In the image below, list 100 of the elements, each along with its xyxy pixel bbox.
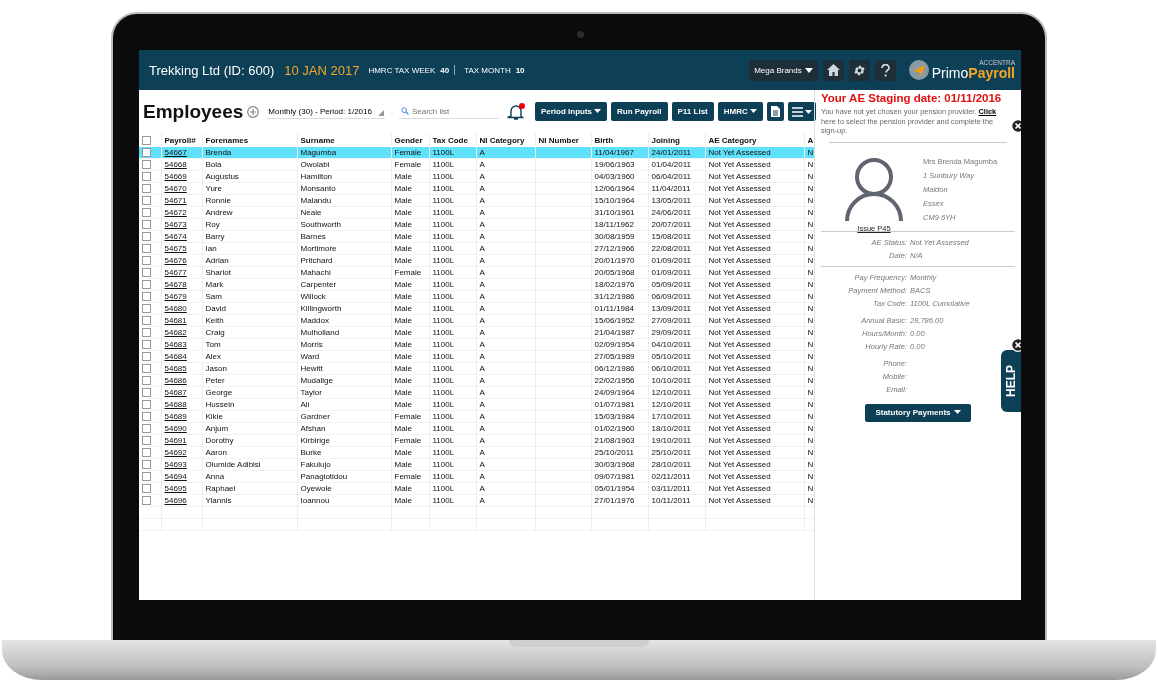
payroll-link[interactable]: 54679 bbox=[164, 292, 187, 301]
table-row[interactable]: 54676 Adrian Pritchard Male 1100L A 20/01/1970 01/09/2011 Not Yet Assessed N bbox=[139, 254, 814, 267]
row-checkbox[interactable] bbox=[142, 316, 151, 326]
payroll-link[interactable]: 54688 bbox=[164, 400, 187, 409]
row-checkbox[interactable] bbox=[142, 244, 151, 254]
payroll-link[interactable]: 54669 bbox=[164, 172, 187, 181]
row-checkbox[interactable] bbox=[142, 208, 151, 218]
table-row[interactable]: 54672 Andrew Neale Male 1100L A 31/10/1961 24/06/2011 Not Yet Assessed N bbox=[139, 206, 814, 219]
help-tab[interactable]: HELP bbox=[1001, 350, 1021, 412]
table-row[interactable]: 54680 David Killingworth Male 1100L A 01/11/1984 13/09/2011 Not Yet Assessed N bbox=[139, 302, 814, 315]
row-checkbox[interactable] bbox=[142, 148, 151, 158]
payroll-link[interactable]: 54668 bbox=[164, 160, 187, 169]
close-icon[interactable] bbox=[1011, 119, 1021, 133]
row-checkbox[interactable] bbox=[142, 352, 151, 362]
table-row[interactable]: 54690 Anjum Afshan Male 1100L A 01/02/1960 18/10/2011 Not Yet Assessed N bbox=[139, 422, 814, 435]
row-checkbox[interactable] bbox=[142, 340, 151, 350]
table-row[interactable]: 54678 Mark Carpenter Male 1100L A 18/02/1976 05/09/2011 Not Yet Assessed N bbox=[139, 278, 814, 291]
toolbar-button[interactable]: HMRC bbox=[717, 102, 763, 121]
payroll-link[interactable]: 54678 bbox=[164, 280, 187, 289]
payroll-link[interactable]: 54686 bbox=[164, 376, 187, 385]
row-checkbox[interactable] bbox=[142, 280, 151, 290]
row-checkbox[interactable] bbox=[142, 412, 151, 422]
row-checkbox[interactable] bbox=[142, 196, 151, 206]
table-row[interactable]: 54675 Ian Mortimore Male 1100L A 27/12/1966 22/08/2011 Not Yet Assessed N bbox=[139, 242, 814, 255]
row-checkbox[interactable] bbox=[142, 484, 151, 494]
table-row[interactable]: 54691 Dorothy Kirbirige Female 1100L A 21/08/1963 19/10/2011 Not Yet Assessed N bbox=[139, 434, 814, 447]
table-row[interactable]: 54668 Bola Owolabi Female 1100L A 19/06/1963 01/04/2011 Not Yet Assessed N bbox=[139, 158, 814, 171]
table-row[interactable]: 54695 Raphael Oyewole Male 1100L A 05/01/1954 03/11/2011 Not Yet Assessed N bbox=[139, 482, 814, 495]
payroll-link[interactable]: 54672 bbox=[164, 208, 187, 217]
row-checkbox[interactable] bbox=[142, 496, 151, 506]
payroll-link[interactable]: 54680 bbox=[164, 304, 187, 313]
table-row[interactable]: 54688 Hussein Ali Male 1100L A 01/07/1981 12/10/2011 Not Yet Assessed N bbox=[139, 398, 814, 411]
menu-icon[interactable] bbox=[787, 102, 816, 121]
table-row[interactable]: 54674 Barry Barnes Male 1100L A 30/08/1959 15/08/2011 Not Yet Assessed N bbox=[139, 230, 814, 243]
table-row[interactable]: 54682 Craig Mulholland Male 1100L A 21/04/1987 29/09/2011 Not Yet Assessed N bbox=[139, 326, 814, 339]
row-checkbox[interactable] bbox=[142, 472, 151, 482]
toolbar-button[interactable]: Period Inputs bbox=[534, 102, 608, 121]
payroll-link[interactable]: 54687 bbox=[164, 388, 187, 397]
payroll-link[interactable]: 54683 bbox=[164, 340, 187, 349]
row-checkbox[interactable] bbox=[142, 184, 151, 194]
payroll-link[interactable]: 54676 bbox=[164, 256, 187, 265]
payroll-link[interactable]: 54684 bbox=[164, 352, 187, 361]
table-row[interactable]: 54686 Peter Mudalige Male 1100L A 22/02/1956 10/10/2011 Not Yet Assessed N bbox=[139, 374, 814, 387]
row-checkbox[interactable] bbox=[142, 328, 151, 338]
row-checkbox[interactable] bbox=[142, 388, 151, 398]
table-row[interactable]: 54671 Ronnie Malandu Male 1100L A 15/10/1964 13/05/2011 Not Yet Assessed N bbox=[139, 194, 814, 207]
settings-icon[interactable] bbox=[848, 59, 870, 81]
table-row[interactable]: 54696 Yiannis Ioannou Male 1100L A 27/01/1976 10/11/2011 Not Yet Assessed N bbox=[139, 494, 814, 507]
row-checkbox[interactable] bbox=[142, 268, 151, 278]
payroll-link[interactable]: 54692 bbox=[164, 448, 187, 457]
row-checkbox[interactable] bbox=[142, 256, 151, 266]
payroll-link[interactable]: 54682 bbox=[164, 328, 187, 337]
statutory-payments-button[interactable]: Statutory Payments bbox=[865, 403, 971, 422]
payroll-link[interactable]: 54693 bbox=[164, 460, 187, 469]
row-checkbox[interactable] bbox=[142, 304, 151, 314]
payroll-link[interactable]: 54675 bbox=[164, 244, 187, 253]
document-icon[interactable] bbox=[766, 102, 784, 121]
table-row[interactable]: 54677 Sharlot Mahachi Female 1100L A 20/05/1968 01/09/2011 Not Yet Assessed N bbox=[139, 266, 814, 279]
payroll-link[interactable]: 54695 bbox=[164, 484, 187, 493]
row-checkbox[interactable] bbox=[142, 400, 151, 410]
payroll-link[interactable]: 54696 bbox=[164, 496, 187, 505]
row-checkbox[interactable] bbox=[142, 424, 151, 434]
table-row[interactable]: 54679 Sam Willock Male 1100L A 31/12/1986 06/09/2011 Not Yet Assessed N bbox=[139, 290, 814, 303]
row-checkbox[interactable] bbox=[142, 232, 151, 242]
table-row[interactable]: 54669 Augustus Hamilton Male 1100L A 04/03/1960 06/04/2011 Not Yet Assessed N bbox=[139, 170, 814, 183]
payroll-link[interactable]: 54691 bbox=[164, 436, 187, 445]
table-row[interactable]: 54673 Roy Southworth Male 1100L A 18/11/1962 20/07/2011 Not Yet Assessed N bbox=[139, 218, 814, 231]
row-checkbox[interactable] bbox=[142, 376, 151, 386]
home-icon[interactable] bbox=[822, 59, 844, 81]
table-row[interactable]: 54693 Olumide Adibisi Fakulujo Male 1100L A 30/03/1968 28/10/2011 Not Yet Assessed N bbox=[139, 458, 814, 471]
row-checkbox[interactable] bbox=[142, 292, 151, 302]
help-icon[interactable] bbox=[874, 59, 896, 81]
row-checkbox[interactable] bbox=[142, 460, 151, 470]
payroll-link[interactable]: 54671 bbox=[164, 196, 187, 205]
payroll-link[interactable]: 54677 bbox=[164, 268, 187, 277]
select-all-checkbox[interactable] bbox=[142, 135, 151, 145]
payroll-link[interactable]: 54689 bbox=[164, 412, 187, 421]
payroll-link[interactable]: 54685 bbox=[164, 364, 187, 373]
table-row[interactable]: 54689 Kikie Gardner Female 1100L A 15/03/1984 17/10/2011 Not Yet Assessed N bbox=[139, 410, 814, 423]
payroll-link[interactable]: 54673 bbox=[164, 220, 187, 229]
table-row[interactable]: 54683 Tom Morris Male 1100L A 02/09/1954 04/10/2011 Not Yet Assessed N bbox=[139, 338, 814, 351]
add-icon[interactable] bbox=[247, 105, 260, 118]
payroll-link[interactable]: 54694 bbox=[164, 472, 187, 481]
toolbar-button[interactable]: Run Payroll bbox=[611, 102, 668, 121]
notification-bell-icon[interactable] bbox=[506, 102, 525, 121]
row-checkbox[interactable] bbox=[142, 364, 151, 374]
payroll-link[interactable]: 54681 bbox=[164, 316, 187, 325]
table-row[interactable]: 54681 Keith Maddox Male 1100L A 15/06/1952 27/09/2011 Not Yet Assessed N bbox=[139, 314, 814, 327]
table-row[interactable]: 54687 George Taylor Male 1100L A 24/09/1964 12/10/2011 Not Yet Assessed N bbox=[139, 386, 814, 399]
company-select[interactable]: Mega Brands bbox=[749, 59, 818, 81]
payroll-link[interactable]: 54670 bbox=[164, 184, 187, 193]
payroll-link[interactable]: 54690 bbox=[164, 424, 187, 433]
close-icon[interactable] bbox=[1011, 338, 1021, 352]
table-row[interactable]: 54667 Brenda Magumba Female 1100L A 11/04/1967 24/01/2011 Not Yet Assessed N bbox=[139, 147, 814, 159]
table-row[interactable]: 54685 Jason Hewitt Male 1100L A 06/12/1986 06/10/2011 Not Yet Assessed N bbox=[139, 362, 814, 375]
row-checkbox[interactable] bbox=[142, 172, 151, 182]
table-row[interactable]: 54684 Alex Ward Male 1100L A 27/05/1989 05/10/2011 Not Yet Assessed N bbox=[139, 350, 814, 363]
row-checkbox[interactable] bbox=[142, 448, 151, 458]
table-row[interactable]: 54692 Aaron Burke Male 1100L A 25/10/2011 25/10/2011 Not Yet Assessed N bbox=[139, 446, 814, 459]
row-checkbox[interactable] bbox=[142, 220, 151, 230]
